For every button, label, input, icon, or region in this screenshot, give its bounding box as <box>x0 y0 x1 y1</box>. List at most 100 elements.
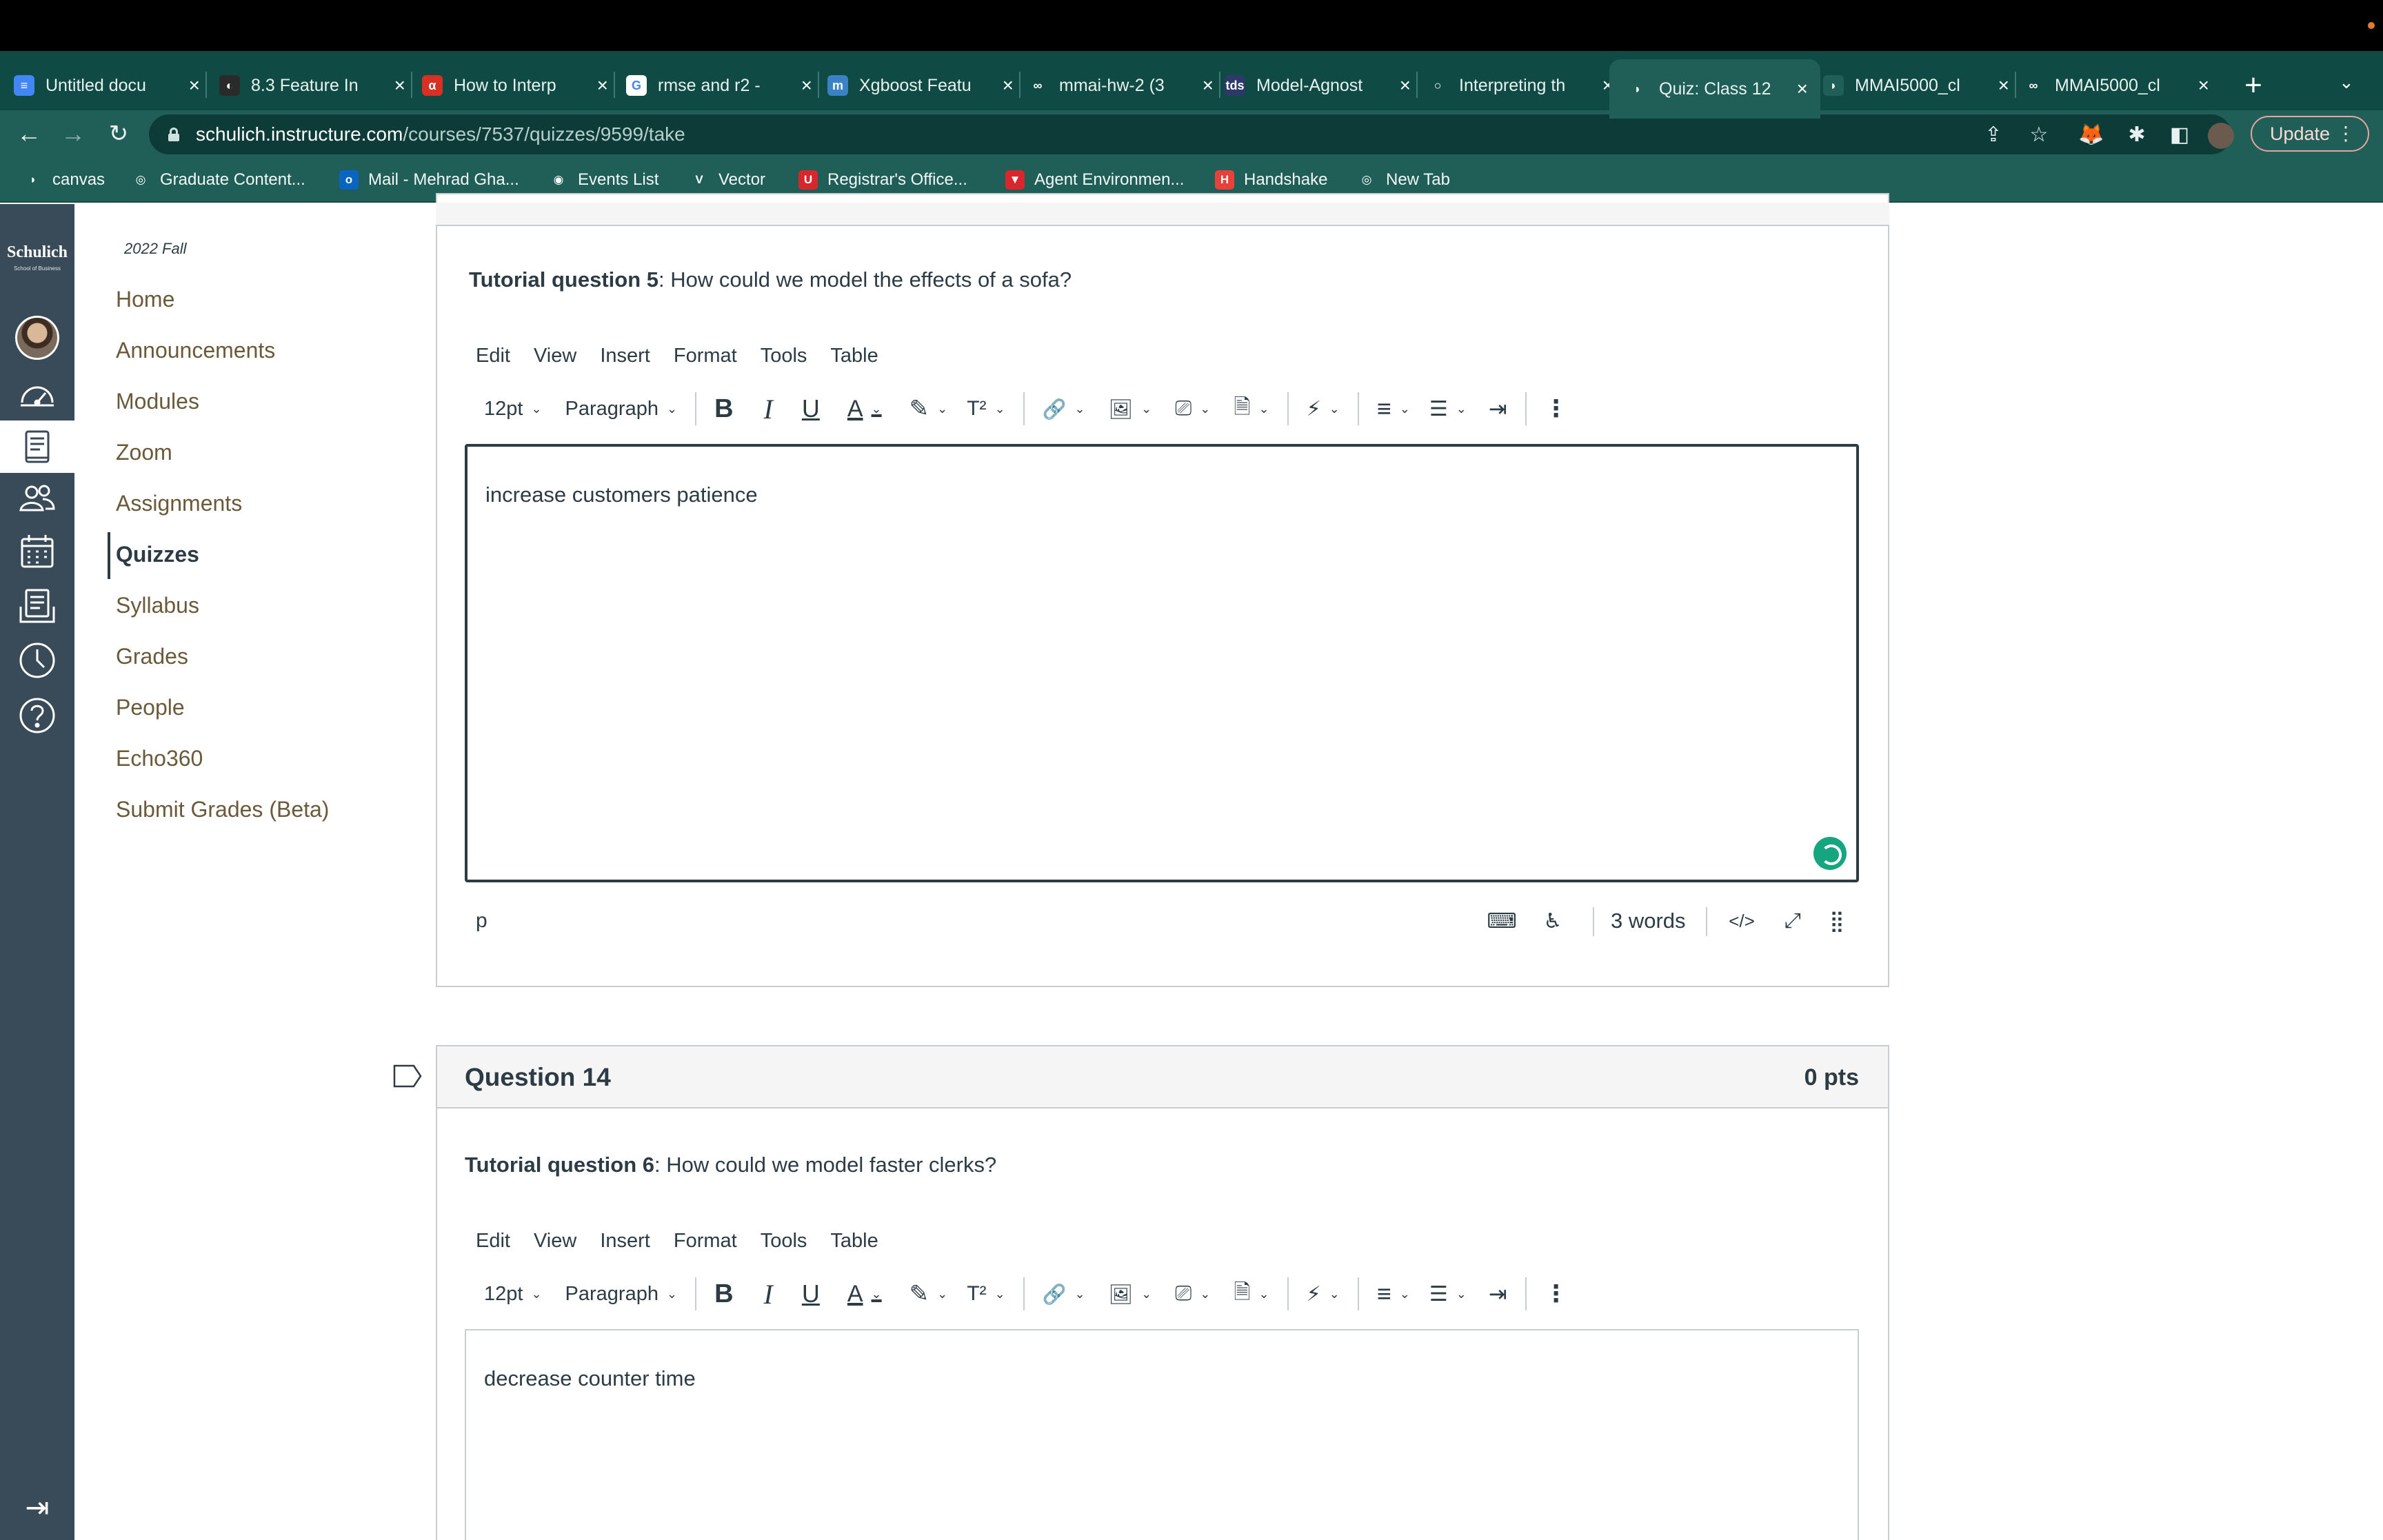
highlight-button[interactable]: ✎ ⌄ <box>909 388 948 429</box>
browser-tab[interactable]: ∞ mmai-hw-2 (3 × <box>1027 66 1214 105</box>
course-nav-assignments[interactable]: Assignments <box>116 491 242 516</box>
editor-menu-view[interactable]: View <box>534 345 576 367</box>
account-avatar[interactable] <box>15 316 59 360</box>
course-nav-quizzes[interactable]: Quizzes <box>116 542 199 567</box>
bookmark-item[interactable]: U Registrar's Office... <box>798 168 967 192</box>
close-tab-icon[interactable]: × <box>1797 78 1808 100</box>
editor-menu-table[interactable]: Table <box>830 345 878 367</box>
browser-tab[interactable]: m Xgboost Featu × <box>827 66 1014 105</box>
bookmark-item[interactable]: ▼ Agent Environmen... <box>1005 168 1184 192</box>
accessibility-checker-icon[interactable]: ♿ <box>1536 904 1569 938</box>
forward-arrow-icon[interactable]: → <box>55 116 91 152</box>
indent-button[interactable]: ⇥ <box>1489 1273 1507 1315</box>
course-nav-announcements[interactable]: Announcements <box>116 338 275 363</box>
italic-button[interactable]: I <box>764 388 773 429</box>
editor-menu-format[interactable]: Format <box>674 1230 737 1253</box>
answer-text[interactable]: increase customers patience <box>485 483 758 507</box>
close-tab-icon[interactable]: × <box>2198 74 2209 97</box>
apps-plugin-button[interactable]: ⚡ ⌄ <box>1307 1273 1340 1315</box>
document-button[interactable]: 🗎 ⌄ <box>1234 1273 1269 1315</box>
text-color-button[interactable]: A ⌄ <box>847 388 882 429</box>
apps-plugin-button[interactable]: ⚡ ⌄ <box>1307 388 1340 429</box>
course-nav-zoom[interactable]: Zoom <box>116 440 172 465</box>
browser-tab[interactable]: α How to Interp × <box>422 66 608 105</box>
italic-button[interactable]: I <box>764 1273 773 1315</box>
bold-button[interactable]: B <box>714 388 733 429</box>
browser-tab[interactable]: ◗ MMAI5000_cl × <box>1823 66 2009 105</box>
flag-question-icon[interactable] <box>393 1064 422 1088</box>
bookmark-item[interactable]: ◗ canvas <box>23 168 105 192</box>
font-size-select[interactable]: 12pt ⌄ <box>484 388 542 429</box>
block-format-select[interactable]: Paragraph ⌄ <box>565 388 678 429</box>
editor-menu-tools[interactable]: Tools <box>761 345 807 367</box>
close-tab-icon[interactable]: × <box>801 74 812 97</box>
course-nav-modules[interactable]: Modules <box>116 389 199 414</box>
course-nav-people[interactable]: People <box>116 695 185 720</box>
resize-handle-icon[interactable]: ⣿ <box>1820 904 1853 938</box>
browser-tab[interactable]: ○ Interpreting th × <box>1427 66 1613 105</box>
editor-menu-edit[interactable]: Edit <box>476 1230 510 1253</box>
editor-menu-table[interactable]: Table <box>830 1230 878 1253</box>
bold-button[interactable]: B <box>714 1273 733 1315</box>
close-tab-icon[interactable]: × <box>189 74 200 97</box>
close-tab-icon[interactable]: × <box>1203 74 1214 97</box>
share-icon[interactable]: ⇪ <box>1978 119 2009 150</box>
media-button[interactable]: ⎚ ⌄ <box>1175 1273 1210 1315</box>
close-tab-icon[interactable]: × <box>1400 74 1411 97</box>
close-tab-icon[interactable]: × <box>1998 74 2009 97</box>
underline-button[interactable]: U <box>802 1273 820 1315</box>
help-icon[interactable] <box>0 689 74 742</box>
superscript-button[interactable]: T² ⌄ <box>967 388 1005 429</box>
indent-button[interactable]: ⇥ <box>1489 388 1507 429</box>
metamask-extension-icon[interactable]: 🦊 <box>2077 120 2106 149</box>
text-color-button[interactable]: A ⌄ <box>847 1273 882 1315</box>
course-nav-grades[interactable]: Grades <box>116 644 188 669</box>
collapse-nav-icon[interactable]: ⇥ <box>17 1489 58 1525</box>
calendar-icon[interactable] <box>0 525 74 578</box>
back-arrow-icon[interactable]: ← <box>11 116 47 152</box>
underline-button[interactable]: U <box>802 388 820 429</box>
superscript-button[interactable]: T² ⌄ <box>967 1273 1005 1315</box>
close-tab-icon[interactable]: × <box>597 74 608 97</box>
browser-tab[interactable]: ≡ Untitled docu × <box>14 66 200 105</box>
editor-menu-edit[interactable]: Edit <box>476 345 510 367</box>
image-button[interactable]: 🖼 ⌄ <box>1109 1273 1152 1315</box>
block-format-select[interactable]: Paragraph ⌄ <box>565 1273 678 1315</box>
close-tab-icon[interactable]: × <box>394 74 405 97</box>
fullscreen-icon[interactable]: ⤢ <box>1776 904 1809 938</box>
tab-search-chevron-icon[interactable]: ⌄ <box>2339 72 2354 93</box>
browser-tab[interactable]: ◗ Quiz: Class 12 × <box>1609 59 1820 119</box>
close-tab-icon[interactable]: × <box>1003 74 1014 97</box>
schulich-logo[interactable]: Schulich School of Business <box>0 244 74 277</box>
editor-menu-insert[interactable]: Insert <box>600 345 650 367</box>
html-editor-toggle[interactable]: </> <box>1725 904 1758 938</box>
browser-tab[interactable]: tds Model-Agnost × <box>1225 66 1411 105</box>
history-icon[interactable] <box>0 634 74 687</box>
more-options-button[interactable]: ⋮ <box>1545 388 1568 429</box>
image-button[interactable]: 🖼 ⌄ <box>1109 388 1152 429</box>
bookmark-item[interactable]: H Handshake <box>1215 168 1327 192</box>
bookmark-item[interactable]: o Mail - Mehrad Gha... <box>339 168 519 192</box>
align-button[interactable]: ≡ ⌄ <box>1377 388 1410 429</box>
course-nav-home[interactable]: Home <box>116 287 174 312</box>
course-nav-submit-grades-beta[interactable]: Submit Grades (Beta) <box>116 797 329 822</box>
extensions-puzzle-icon[interactable]: ✱ <box>2122 120 2151 149</box>
address-bar[interactable]: schulich.instructure.com/courses/7537/qu… <box>149 114 2231 154</box>
course-nav-echo360[interactable]: Echo360 <box>116 746 203 771</box>
editor-menu-view[interactable]: View <box>534 1230 576 1253</box>
dashboard-icon[interactable] <box>0 369 74 422</box>
list-button[interactable]: ☰ ⌄ <box>1429 388 1467 429</box>
keyboard-shortcuts-icon[interactable]: ⌨ <box>1485 904 1518 938</box>
more-options-button[interactable]: ⋮ <box>1545 1273 1568 1315</box>
media-button[interactable]: ⎚ ⌄ <box>1175 388 1210 429</box>
bookmark-item[interactable]: V Vector <box>690 168 765 192</box>
editor-menu-tools[interactable]: Tools <box>761 1230 807 1253</box>
font-size-select[interactable]: 12pt ⌄ <box>484 1273 542 1315</box>
link-button[interactable]: 🔗 ⌄ <box>1043 388 1085 429</box>
align-button[interactable]: ≡ ⌄ <box>1377 1273 1410 1315</box>
bookmark-item[interactable]: ◎ Graduate Content... <box>131 168 305 192</box>
browser-tab[interactable]: Grmse and r2 - × <box>626 66 812 105</box>
browser-tab[interactable]: ◐ 8.3 Feature In × <box>219 66 405 105</box>
update-button[interactable]: Update ⋮ <box>2251 116 2369 152</box>
link-button[interactable]: 🔗 ⌄ <box>1043 1273 1085 1315</box>
